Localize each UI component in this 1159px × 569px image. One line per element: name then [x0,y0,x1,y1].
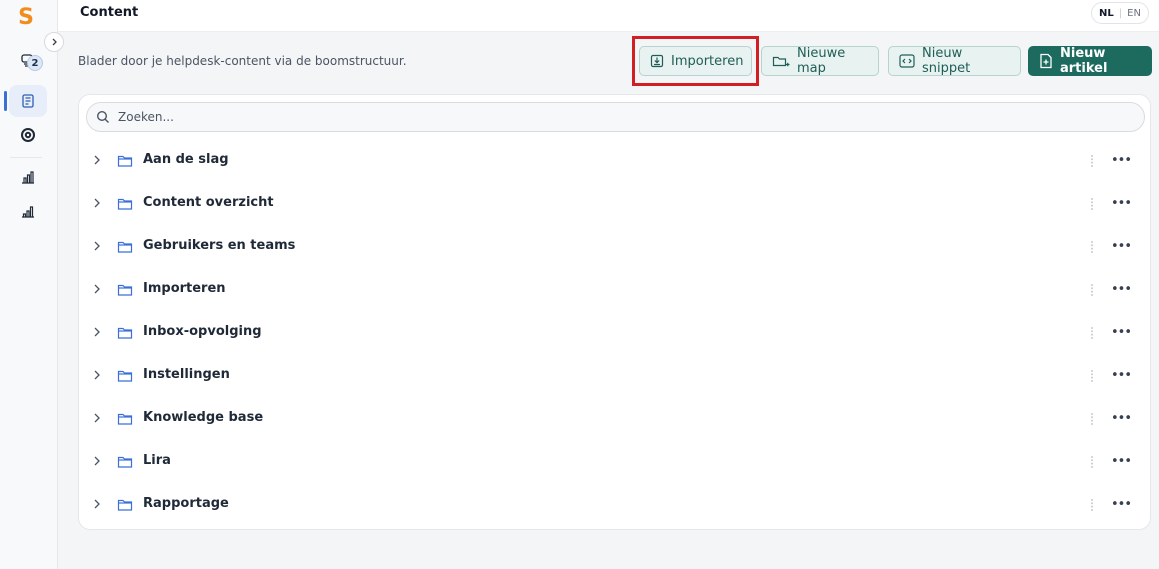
tree-folder-row[interactable]: Aan de slag ••• [79,139,1150,182]
more-options-icon[interactable]: ••• [1111,367,1132,383]
folder-icon [117,282,133,296]
tree-folder-label: Content overzicht [143,195,274,210]
file-plus-icon [1040,53,1052,69]
drag-handle-icon[interactable] [1089,368,1095,382]
more-options-icon[interactable]: ••• [1111,410,1132,426]
expand-chevron-icon[interactable] [91,412,103,424]
drag-handle-icon[interactable] [1089,196,1095,210]
drag-handle-icon[interactable] [1089,239,1095,253]
tree-folder-row[interactable]: Inbox-opvolging ••• [79,311,1150,354]
expand-chevron-icon[interactable] [91,455,103,467]
folder-icon [117,196,133,210]
tree-folder-label: Gebruikers en teams [143,238,296,253]
drag-handle-icon[interactable] [1089,325,1095,339]
tree-folder-label: Lira [143,453,171,468]
language-separator: | [1118,7,1123,19]
more-options-icon[interactable]: ••• [1111,453,1132,469]
sidebar-item-help[interactable] [9,119,47,151]
tree-folder-label: Instellingen [143,367,230,382]
page-subtitle: Blader door je helpdesk-content via de b… [78,54,407,68]
tree-folder-row[interactable]: Content overzicht ••• [79,182,1150,225]
tree-folder-row[interactable]: Gebruikers en teams ••• [79,225,1150,268]
folder-icon [117,454,133,468]
tree-folder-row[interactable]: Rapportage ••• [79,483,1150,526]
drag-handle-icon[interactable] [1089,497,1095,511]
folder-icon [117,411,133,425]
new-folder-button[interactable]: Nieuwe map [761,46,879,76]
tree-folder-label: Inbox-opvolging [143,324,262,339]
import-button[interactable]: Importeren [639,46,752,76]
tree-folder-label: Importeren [143,281,226,296]
language-switch[interactable]: NL | EN [1091,2,1149,24]
sidebar-item-content[interactable] [4,85,47,117]
sidebar: S 2 [0,0,58,569]
tree-folder-label: Aan de slag [143,152,229,167]
sidebar-expand-button[interactable] [44,32,64,52]
folder-icon [117,153,133,167]
tree-folder-label: Knowledge base [143,410,264,425]
new-article-button[interactable]: Nieuw artikel [1028,46,1152,76]
drag-handle-icon[interactable] [1089,282,1095,296]
new-folder-button-label: Nieuwe map [797,46,846,76]
new-snippet-button-label: Nieuw snippet [922,46,971,76]
more-options-icon[interactable]: ••• [1111,324,1132,340]
sidebar-item-reports[interactable] [9,195,47,227]
tree-folder-row[interactable]: Importeren ••• [79,268,1150,311]
sidebar-item-analytics[interactable] [9,161,47,193]
folder-icon [117,497,133,511]
content-tree-card: Aan de slag ••• Content overzicht ••• Ge… [78,94,1151,530]
sidebar-divider [10,157,42,158]
language-option-nl[interactable]: NL [1099,8,1114,19]
app-logo[interactable]: S [16,5,36,31]
page-header: Content NL | EN [58,0,1159,32]
notification-badge: 2 [27,55,43,71]
drag-handle-icon[interactable] [1089,411,1095,425]
import-button-label: Importeren [671,53,744,69]
expand-chevron-icon[interactable] [91,326,103,338]
more-options-icon[interactable]: ••• [1111,496,1132,512]
chevron-right-icon [52,38,57,46]
search-input[interactable] [118,110,1144,124]
more-options-icon[interactable]: ••• [1111,195,1132,211]
more-options-icon[interactable]: ••• [1111,238,1132,254]
search-icon [96,110,109,123]
folder-icon [117,239,133,253]
code-icon [899,54,915,68]
building-chart-icon [22,171,34,184]
folder-plus-icon [772,56,790,67]
expand-chevron-icon[interactable] [91,369,103,381]
expand-chevron-icon[interactable] [91,197,103,209]
download-tray-icon [650,54,664,68]
search-bar[interactable] [86,102,1145,132]
folder-icon [117,368,133,382]
folder-icon [117,325,133,339]
tree-folder-row[interactable]: Knowledge base ••• [79,397,1150,440]
new-article-button-label: Nieuw artikel [1060,46,1108,76]
expand-chevron-icon[interactable] [91,240,103,252]
document-list-icon [22,94,34,108]
bar-chart-icon [22,206,34,218]
expand-chevron-icon[interactable] [91,283,103,295]
language-option-en[interactable]: EN [1127,8,1141,19]
expand-chevron-icon[interactable] [91,154,103,166]
new-snippet-button[interactable]: Nieuw snippet [888,46,1021,76]
lifebuoy-icon [21,128,35,142]
more-options-icon[interactable]: ••• [1111,281,1132,297]
tree-folder-row[interactable]: Lira ••• [79,440,1150,483]
expand-chevron-icon[interactable] [91,498,103,510]
drag-handle-icon[interactable] [1089,153,1095,167]
page-title: Content [80,5,139,20]
drag-handle-icon[interactable] [1089,454,1095,468]
tree-folder-label: Rapportage [143,496,229,511]
tree-folder-row[interactable]: Instellingen ••• [79,354,1150,397]
more-options-icon[interactable]: ••• [1111,152,1132,168]
